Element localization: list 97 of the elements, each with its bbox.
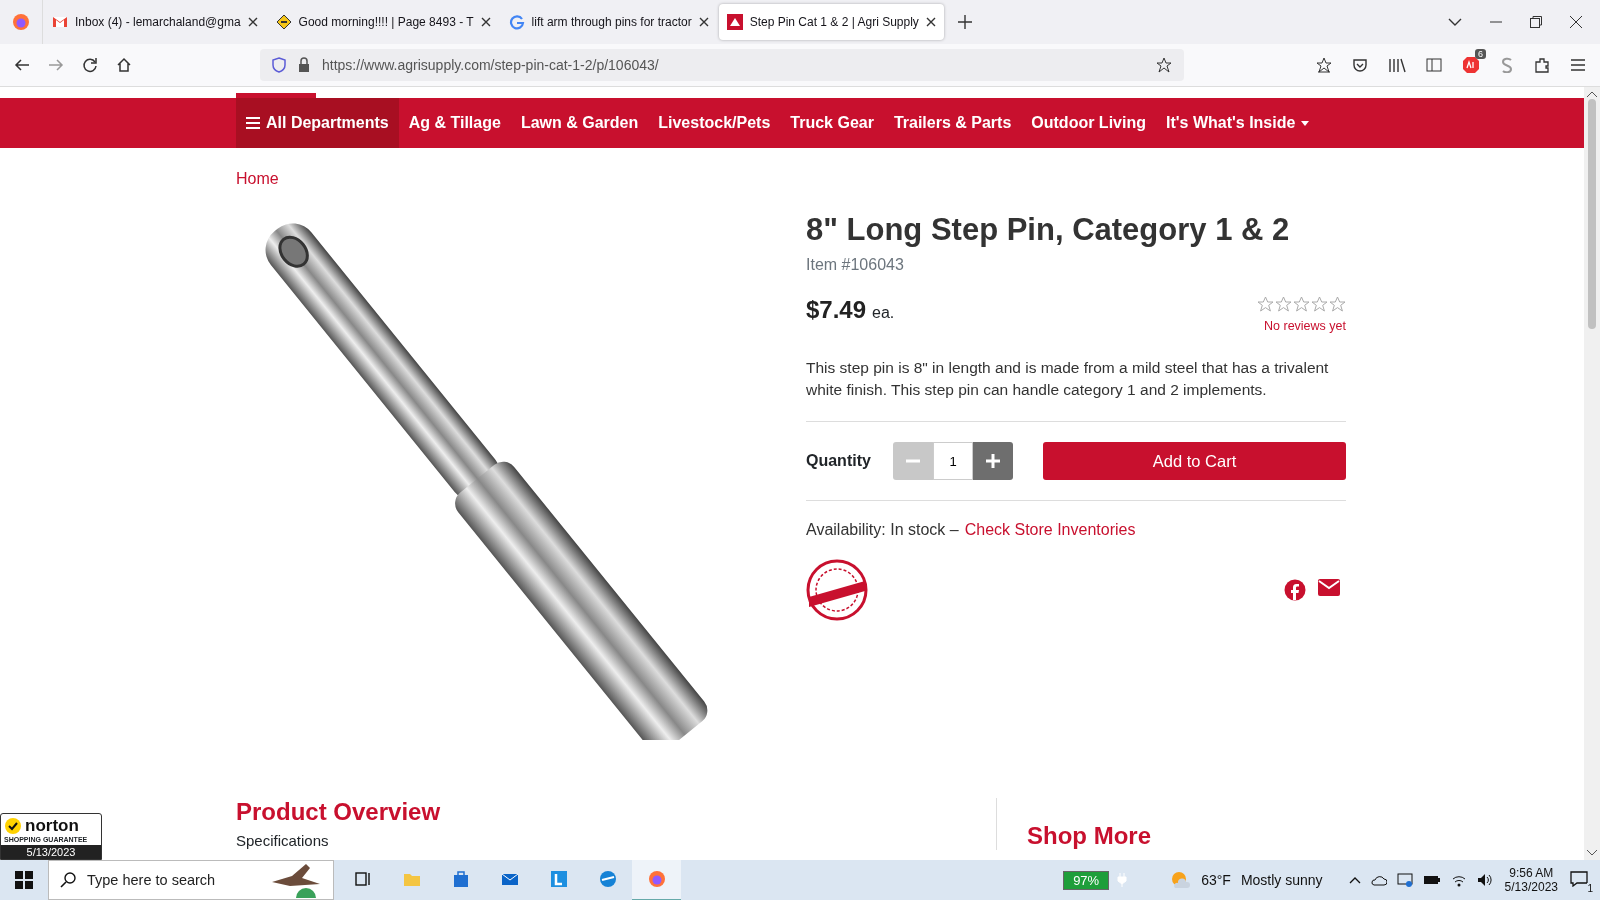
extension-s-icon[interactable]	[1500, 57, 1514, 73]
star-icon	[1311, 296, 1328, 313]
nav-link[interactable]: Truck Gear	[780, 98, 884, 148]
notification-count: 1	[1587, 882, 1593, 894]
seal-date: 5/13/2023	[1, 845, 101, 859]
weather-sun-cloud-icon	[1169, 870, 1192, 890]
nav-link[interactable]: Trailers & Parts	[883, 98, 1022, 148]
caret-icon	[1301, 120, 1310, 126]
close-icon[interactable]	[698, 17, 709, 27]
windows-start-icon[interactable]	[15, 871, 33, 889]
check-inventory-link[interactable]: Check Store Inventories	[964, 521, 1136, 539]
clock-time[interactable]: 9:56 AM	[1509, 866, 1554, 880]
new-tab-icon[interactable]	[957, 15, 972, 29]
plug-icon	[1117, 873, 1128, 887]
adblock-icon[interactable]	[1462, 56, 1480, 74]
browser-tab[interactable]: Inbox (4) - lemarchaland@gma	[44, 4, 266, 40]
plus-icon	[986, 454, 1000, 468]
library-icon[interactable]	[1388, 57, 1406, 73]
browser-logo-icon[interactable]	[647, 870, 666, 888]
letter-tile-icon[interactable]	[549, 870, 568, 888]
section-heading: Shop More	[1027, 822, 1151, 850]
star-icon	[1275, 296, 1292, 313]
section-heading: Product Overview	[236, 798, 442, 826]
facebook-icon[interactable]	[1284, 579, 1306, 601]
shield-icon	[272, 57, 286, 73]
pocket-icon[interactable]	[1352, 57, 1368, 73]
nav-link[interactable]: It's What's Inside	[1155, 98, 1320, 148]
browser-tab[interactable]: Step Pin Cat 1 & 2 | Agri Supply	[718, 4, 944, 40]
sidebar-icon[interactable]	[1426, 57, 1442, 73]
clock-date[interactable]: 5/13/2023	[1504, 880, 1558, 894]
menu-icon	[246, 117, 260, 129]
nav-link[interactable]: Outdoor Living	[1021, 98, 1156, 148]
quantity-field[interactable]: 1	[933, 442, 973, 480]
wifi-icon[interactable]	[1450, 873, 1467, 887]
scroll-up-icon[interactable]	[1587, 91, 1597, 97]
star-icon	[1257, 296, 1274, 313]
add-to-cart-button[interactable]: Add to Cart	[1043, 442, 1346, 480]
availability-text: Availability: In stock –	[806, 521, 959, 539]
site-favicon-icon	[52, 14, 68, 30]
satisfaction-seal-icon	[806, 559, 868, 621]
restore-icon[interactable]	[1530, 16, 1542, 28]
battery-icon[interactable]	[1422, 874, 1441, 886]
scrollbar-thumb[interactable]	[1588, 99, 1596, 329]
quantity-label: Quantity	[806, 452, 872, 470]
product-description: This step pin is 8" in length and is made from a mild steel that has a trivalent white finish. This step pin can handle category 1 and 2 implements.	[806, 358, 1330, 400]
star-icon	[1293, 296, 1310, 313]
puzzle-icon[interactable]	[1534, 57, 1550, 73]
star-icon	[1329, 296, 1346, 313]
badge-count: 6	[1475, 49, 1486, 59]
speaker-icon[interactable]	[1476, 873, 1493, 887]
checkmark-icon	[4, 817, 22, 835]
cloud-icon[interactable]	[1370, 874, 1387, 886]
norton-wordmark: norton	[25, 816, 79, 836]
specifications-tab[interactable]: Specifications	[236, 832, 329, 849]
home-icon[interactable]	[116, 57, 132, 73]
breadcrumb-link[interactable]: Home	[236, 170, 279, 188]
temperature: 63°F	[1201, 872, 1231, 888]
reviews-link[interactable]: No reviews yet	[1264, 319, 1346, 333]
close-icon[interactable]	[1570, 16, 1582, 28]
taskbar-search-field[interactable]: Type here to search	[48, 860, 334, 900]
lock-icon	[298, 57, 310, 73]
site-favicon-icon	[726, 14, 743, 30]
browser-tab[interactable]: Good morning!!!! | Page 8493 - T	[267, 4, 499, 40]
price-unit: ea.	[872, 304, 895, 321]
nav-link[interactable]: Livestock/Pets	[648, 98, 781, 148]
star-icon[interactable]	[1156, 57, 1172, 73]
minus-icon	[906, 459, 920, 463]
email-icon[interactable]	[1318, 579, 1340, 596]
departments-menu-button[interactable]: All Departments	[236, 98, 399, 148]
browser-logo-icon[interactable]	[12, 13, 30, 31]
monitor-icon[interactable]	[1396, 873, 1413, 887]
chevron-up-icon[interactable]	[1348, 876, 1361, 884]
battery-level: 97%	[1063, 870, 1110, 890]
back-icon[interactable]	[14, 57, 30, 73]
site-favicon-icon	[508, 14, 525, 30]
forward-icon[interactable]	[48, 57, 64, 73]
product-title: 8" Long Step Pin, Category 1 & 2	[806, 212, 1291, 248]
store-bag-icon[interactable]	[451, 870, 470, 888]
task-view-icon[interactable]	[353, 870, 372, 888]
close-icon[interactable]	[925, 17, 936, 27]
increase-button[interactable]	[973, 442, 1013, 480]
address-bar[interactable]: https://www.agrisupply.com/step-pin-cat-1-2/p/106043/	[260, 49, 1184, 81]
menu-icon[interactable]	[1570, 57, 1586, 73]
price: $7.49	[806, 296, 867, 323]
scroll-down-icon[interactable]	[1587, 850, 1597, 856]
site-favicon-icon	[275, 14, 292, 30]
reload-icon[interactable]	[82, 57, 98, 73]
close-icon[interactable]	[247, 17, 258, 27]
bookmark-star-icon[interactable]	[1316, 57, 1332, 73]
nav-link[interactable]: Ag & Tillage	[398, 98, 511, 148]
notification-icon[interactable]	[1570, 870, 1588, 887]
nav-link[interactable]: Lawn & Garden	[510, 98, 649, 148]
weather-condition: Mostly sunny	[1240, 872, 1323, 888]
close-icon[interactable]	[480, 17, 491, 27]
item-number: Item #106043	[806, 256, 905, 274]
browser-tab[interactable]: lift arm through pins for tractor	[500, 4, 717, 40]
search-icon	[60, 872, 76, 888]
